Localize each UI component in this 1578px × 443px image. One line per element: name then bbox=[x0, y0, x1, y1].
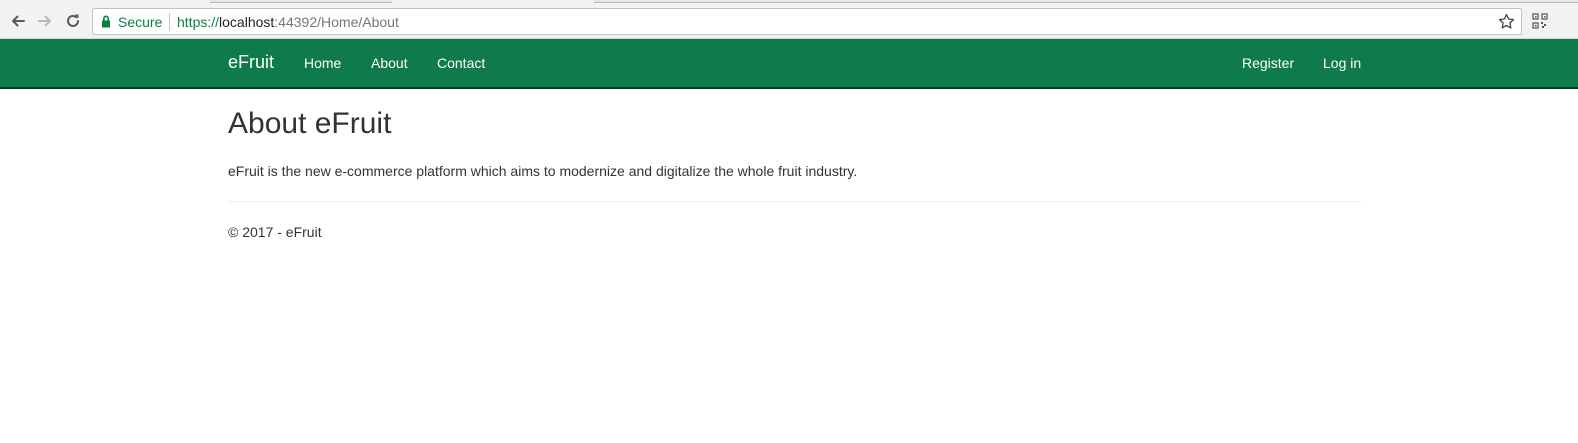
about-description: eFruit is the new e-commerce platform wh… bbox=[228, 163, 858, 179]
browser-tab[interactable] bbox=[594, 0, 1578, 3]
browser-toolbar: Secure https://localhost:44392/Home/Abou… bbox=[0, 5, 1578, 39]
address-separator bbox=[169, 13, 170, 31]
arrow-left-icon bbox=[12, 15, 25, 27]
nav-home-link[interactable]: Home bbox=[304, 55, 341, 71]
address-bar[interactable]: Secure https://localhost:44392/Home/Abou… bbox=[92, 8, 1522, 35]
lock-icon bbox=[102, 15, 110, 28]
back-button[interactable] bbox=[5, 8, 31, 34]
nav-about-link[interactable]: About bbox=[371, 55, 408, 71]
url-scheme: https:// bbox=[177, 14, 220, 30]
qr-code-icon[interactable] bbox=[1532, 13, 1548, 29]
login-link[interactable]: Log in bbox=[1323, 55, 1361, 71]
nav-contact-link[interactable]: Contact bbox=[437, 55, 485, 71]
url-path: :44392/Home/About bbox=[274, 14, 399, 30]
reload-button[interactable] bbox=[60, 8, 86, 34]
url-host: localhost bbox=[219, 14, 275, 30]
page-title: About eFruit bbox=[228, 107, 392, 140]
url-text[interactable]: https://localhost:44392/Home/About bbox=[177, 14, 399, 30]
footer-copyright: © 2017 - eFruit bbox=[228, 224, 322, 240]
browser-tab[interactable] bbox=[210, 0, 392, 3]
brand-link[interactable]: eFruit bbox=[228, 52, 274, 73]
footer-divider bbox=[228, 201, 1362, 202]
arrow-right-icon bbox=[38, 15, 51, 27]
register-link[interactable]: Register bbox=[1242, 55, 1294, 71]
secure-label: Secure bbox=[118, 14, 163, 30]
star-icon[interactable] bbox=[1498, 13, 1515, 30]
forward-button[interactable] bbox=[32, 8, 58, 34]
reload-icon bbox=[67, 14, 79, 27]
site-navbar: eFruit Home About Contact Register Log i… bbox=[0, 39, 1578, 89]
